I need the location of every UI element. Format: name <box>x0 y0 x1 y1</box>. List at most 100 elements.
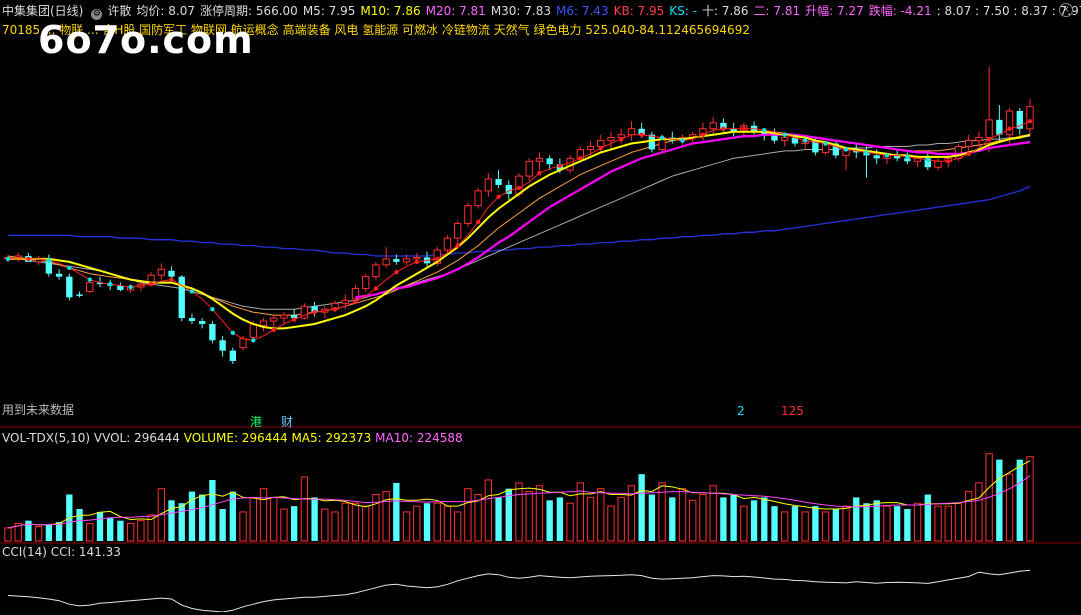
candle-body <box>464 205 472 224</box>
candle-body <box>975 137 983 142</box>
volume-bar <box>393 482 400 541</box>
candle-body <box>402 258 411 263</box>
volume-bar <box>1026 456 1034 542</box>
volume-bar <box>209 479 216 541</box>
signal-dot <box>353 299 358 305</box>
candle-body <box>495 179 502 185</box>
candle-body <box>219 340 226 351</box>
menu-label[interactable]: 许散 <box>107 4 131 18</box>
volume-bar <box>300 476 309 542</box>
volume-title[interactable]: VOL-TDX(5,10) <box>2 431 90 445</box>
volume-bar <box>546 500 553 541</box>
signal-dot <box>966 151 971 157</box>
volume-bar <box>219 509 226 541</box>
candle-body <box>443 237 452 251</box>
signal-dot <box>700 132 706 137</box>
volume-bar <box>638 474 645 541</box>
candle-body <box>362 276 370 289</box>
cai-marker[interactable]: 财 <box>281 415 293 429</box>
volume-bar <box>821 511 830 542</box>
cci-value: CCI: 141.33 <box>50 545 121 559</box>
volume-bar <box>525 491 533 542</box>
candle-body <box>55 273 63 277</box>
signal-dot <box>516 185 522 191</box>
signal-dot <box>843 147 849 152</box>
volume-bar <box>678 488 687 542</box>
signal-dot <box>435 256 440 262</box>
candle-body <box>985 119 993 139</box>
volume-bar <box>484 479 493 542</box>
volume-bar <box>34 525 43 542</box>
candle-body <box>996 119 1003 135</box>
volume-bar <box>331 511 339 542</box>
volume-bar <box>842 505 850 542</box>
volume-bar <box>45 525 53 541</box>
volume-bar <box>954 502 963 542</box>
candle-body <box>86 282 94 292</box>
signal-dot <box>87 277 92 282</box>
signal-dot <box>802 138 808 143</box>
candle-body <box>781 137 789 142</box>
volume-bar <box>86 523 94 542</box>
ks-value: KS: - <box>669 4 697 18</box>
vol-ma10-value: MA10: 224588 <box>375 431 463 445</box>
volume-bar <box>4 527 12 542</box>
volume-bar <box>1005 473 1014 542</box>
volume-bar <box>126 523 135 542</box>
volume-bar <box>893 506 901 541</box>
signal-dot <box>414 259 419 265</box>
volume-bar <box>413 505 421 542</box>
volume-bar <box>515 482 523 542</box>
signal-dot <box>905 154 910 160</box>
volume-bar <box>689 499 697 542</box>
vol-ma5-value: MA5: 292373 <box>291 431 372 445</box>
candle-body <box>199 321 206 324</box>
volume-bar <box>669 497 676 541</box>
signal-dot <box>537 170 542 176</box>
volume-bar <box>863 503 870 541</box>
volume-bar <box>944 505 952 542</box>
m6-value: M6: 7.43 <box>556 4 609 18</box>
candle-body <box>607 137 615 142</box>
candle-body <box>259 320 268 326</box>
signal-dot <box>271 327 276 333</box>
m30-value: M30: 7.83 <box>490 4 552 18</box>
volume-bar <box>709 485 717 542</box>
chart-title[interactable]: 中集集团(日线) <box>2 4 83 18</box>
candle-body <box>454 222 462 239</box>
signal-dot <box>1007 126 1012 131</box>
volume-bar <box>617 496 625 542</box>
rise-value: 升幅: 7.27 <box>805 4 864 18</box>
volume-bar <box>566 502 574 542</box>
volume-bar <box>495 497 502 541</box>
candle-body <box>474 190 482 207</box>
candle-body <box>178 276 185 319</box>
candle-body <box>484 178 493 192</box>
signal-dot <box>659 135 665 140</box>
ma-blue-line <box>8 185 1031 257</box>
signal-dot <box>46 258 52 263</box>
candle-body <box>597 140 605 147</box>
volume-bar <box>443 505 452 542</box>
volume-bar <box>76 509 83 541</box>
signal-dot <box>884 153 890 158</box>
volume-bar <box>771 506 778 541</box>
candle-body <box>239 338 247 349</box>
signal-dot <box>823 141 828 146</box>
cci-line <box>7 569 1031 613</box>
volume-bar <box>597 488 605 542</box>
gang-marker[interactable]: 港 <box>250 415 262 429</box>
volume-bar <box>720 497 727 541</box>
cci-title[interactable]: CCI(14) <box>2 545 47 559</box>
volume-bar <box>259 488 268 542</box>
signal-dot <box>210 307 215 312</box>
candle-body <box>229 350 237 361</box>
candle-body <box>270 317 278 322</box>
stock-chart: 中集集团(日线) ⚙ 许散 均价: 8.07 涨停周期: 566.00 M5: 7.95 M… <box>0 0 1081 613</box>
volume-bar <box>853 497 860 541</box>
m10-value: M10: 7.86 <box>360 4 421 18</box>
signal-dot <box>169 277 174 282</box>
close-icon[interactable]: × <box>1059 3 1073 17</box>
volume-bar <box>96 511 104 541</box>
ma-signal-line <box>8 120 1031 341</box>
